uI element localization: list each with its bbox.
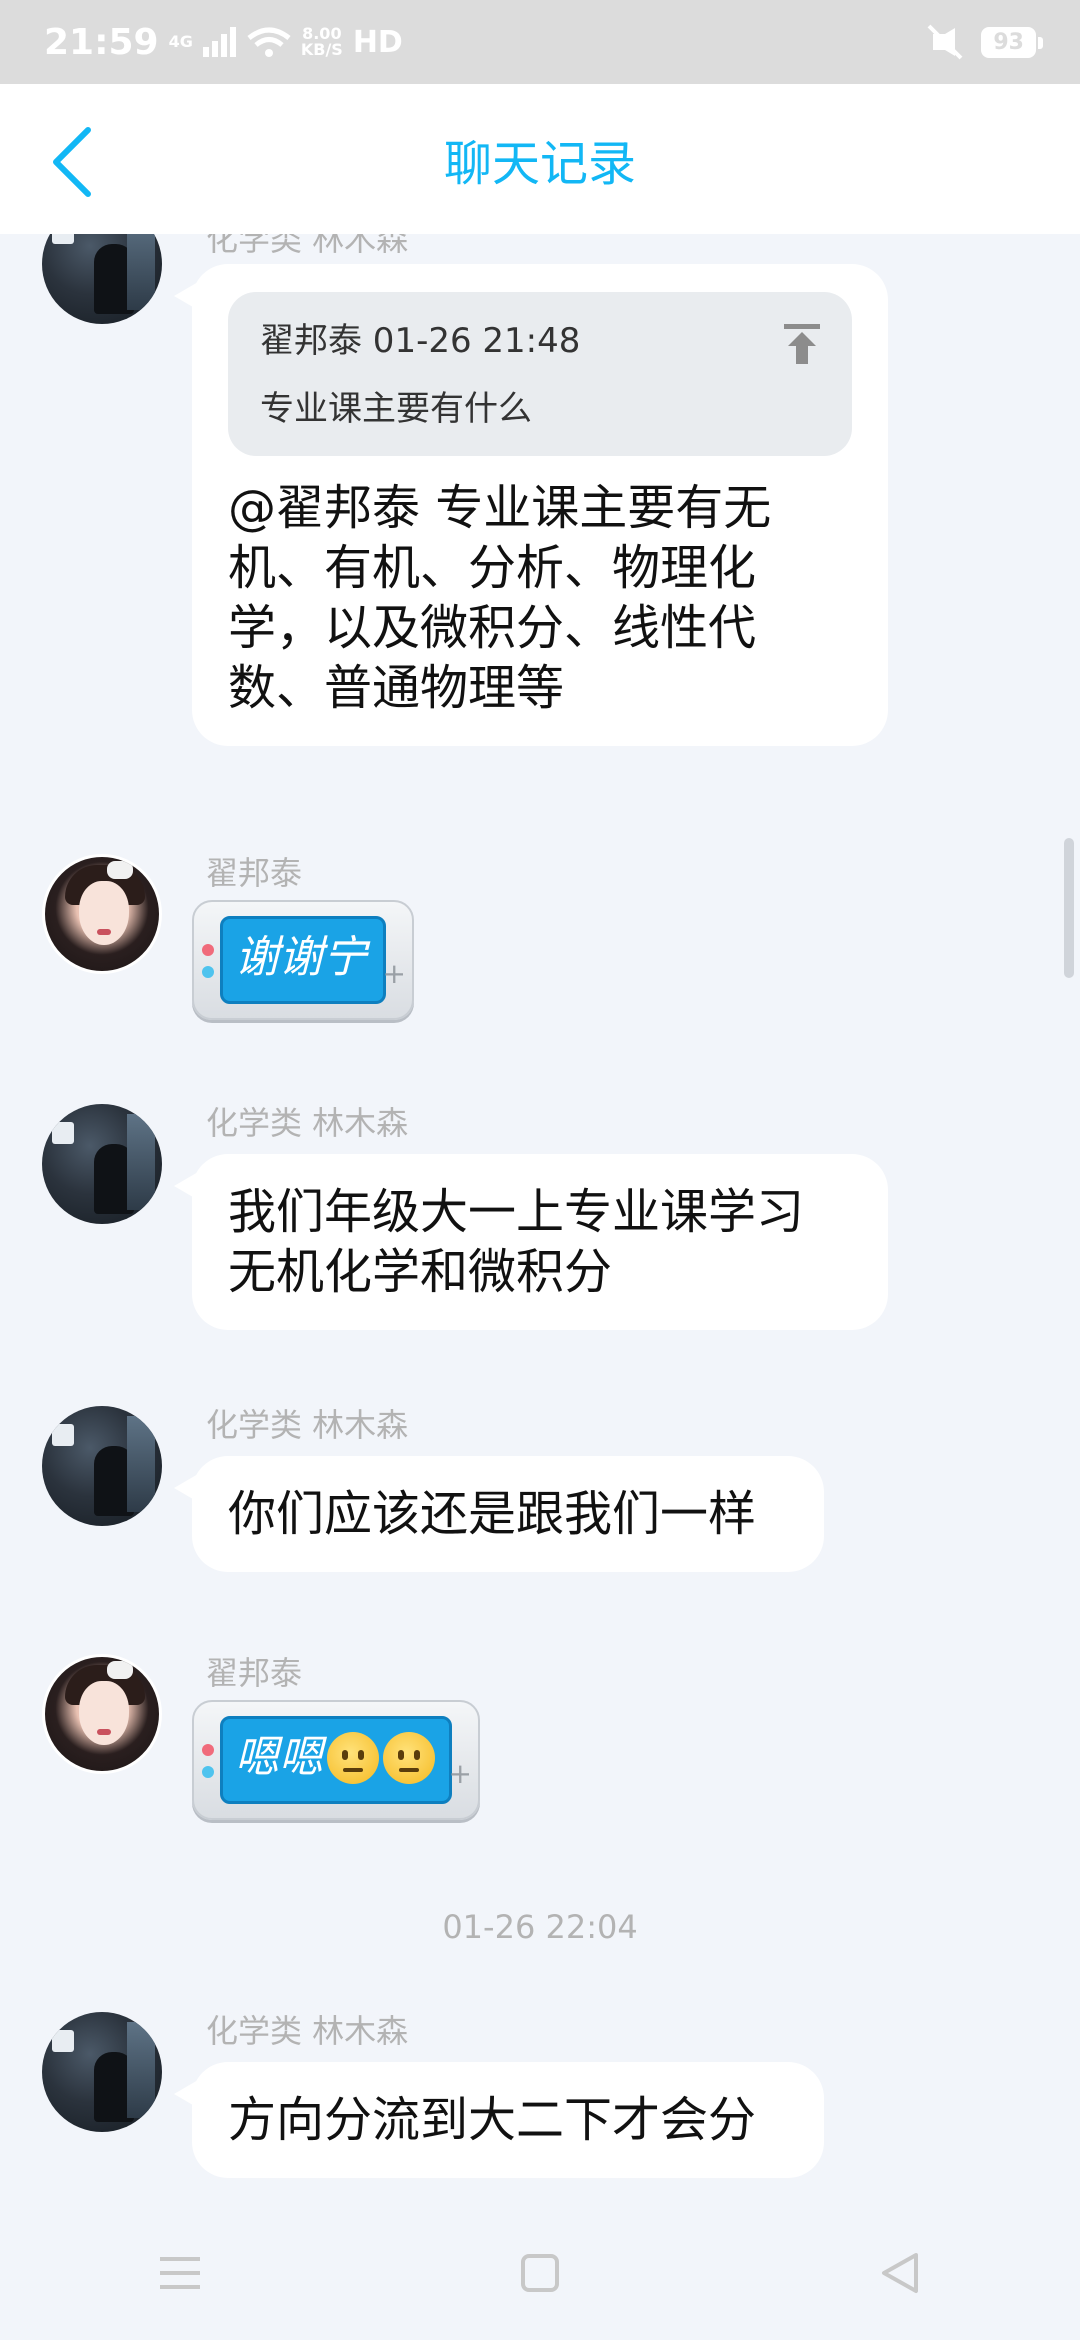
message-bubble[interactable]: 我们年级大一上专业课学习 无机化学和微积分 (174, 1154, 888, 1330)
message-line: 你们应该还是跟我们一样 (228, 1486, 757, 1542)
back-button[interactable] (44, 122, 104, 202)
network-label: 4G (168, 32, 193, 51)
sticker-text: 嗯嗯 (235, 1732, 323, 1783)
sender-name: 化学类 林木森 (206, 1104, 409, 1142)
sticker-text: 谢谢宁 (220, 916, 386, 1004)
wifi-icon (247, 27, 291, 57)
signal-icon (202, 27, 236, 57)
chat-history-header: 聊天记录 (0, 84, 1080, 234)
page-title: 聊天记录 (443, 136, 636, 192)
neutral-face-emoji (327, 1731, 379, 1784)
chevron-left-icon (53, 127, 91, 197)
quote-text: 专业课主要有什么 (260, 389, 532, 429)
system-navbar (0, 2206, 1080, 2340)
net-speed-unit: KB/S (300, 40, 343, 59)
sender-avatar[interactable] (42, 1406, 162, 1526)
back-triangle-icon (882, 2253, 918, 2293)
network-type: 4G (169, 34, 193, 50)
sender-avatar[interactable] (42, 1654, 162, 1774)
menu-button[interactable] (140, 2233, 220, 2313)
neutral-face-emoji (383, 1731, 435, 1784)
sender-name: 化学类 林木森 (206, 234, 409, 258)
home-square-icon (521, 2254, 559, 2292)
sticker-screen: 嗯嗯 (220, 1716, 452, 1804)
scrollbar[interactable] (1064, 838, 1074, 978)
plus-icon: + (382, 957, 406, 990)
back-nav-button[interactable] (860, 2233, 940, 2313)
message-text: @翟邦泰 专业课主要有无 机、有机、分析、物理化 学，以及微积分、线性代 数、普… (228, 478, 852, 718)
sender-name: 化学类 林木森 (206, 2012, 409, 2050)
time-divider: 01-26 22:04 (442, 1908, 638, 1946)
message-line: 无机化学和微积分 (228, 1244, 613, 1300)
plus-icon: + (448, 1757, 472, 1790)
sender-name: 翟邦泰 (206, 854, 303, 892)
status-right: 93 (925, 24, 1043, 60)
status-time: 21:59 (44, 21, 159, 63)
status-bar: 21:59 4G 8.00 KB/S HD 93 (0, 0, 1080, 84)
sender-avatar[interactable] (42, 854, 162, 974)
message-line: 数、普通物理等 (228, 660, 565, 716)
chat-history-list[interactable]: 化学类 林木森 翟邦泰 01-26 21:48 专业课主要有什么 @翟邦泰 专业… (0, 234, 1080, 2206)
message-line: @翟邦泰 专业课主要有无 (228, 480, 772, 536)
sender-avatar[interactable] (42, 1104, 162, 1224)
sender-name: 翟邦泰 (206, 1654, 303, 1692)
sticker-message[interactable]: 谢谢宁 + (192, 900, 414, 1020)
battery-indicator: 93 (981, 26, 1043, 58)
hd-label: HD (352, 24, 403, 60)
net-speed: 8.00 KB/S (301, 26, 343, 58)
sender-avatar[interactable] (42, 234, 162, 324)
sender-name: 化学类 林木森 (206, 1406, 409, 1444)
message-line: 学，以及微积分、线性代 (228, 600, 757, 656)
sender-avatar[interactable] (42, 2012, 162, 2132)
quoted-reply[interactable]: 翟邦泰 01-26 21:48 专业课主要有什么 (228, 292, 852, 456)
home-button[interactable] (500, 2233, 580, 2313)
message-bubble[interactable]: 翟邦泰 01-26 21:48 专业课主要有什么 @翟邦泰 专业课主要有无 机、… (174, 264, 888, 746)
quote-meta: 翟邦泰 01-26 21:48 (260, 321, 581, 361)
message-bubble[interactable]: 方向分流到大二下才会分 (174, 2062, 824, 2178)
vibrate-mute-icon (927, 24, 963, 60)
message-line: 我们年级大一上专业课学习 (228, 1184, 805, 1240)
jump-to-top-icon[interactable] (782, 322, 822, 366)
sticker-message[interactable]: 嗯嗯 + (192, 1700, 480, 1820)
message-line: 机、有机、分析、物理化 (228, 540, 757, 596)
message-line: 方向分流到大二下才会分 (228, 2092, 757, 2148)
status-left: 21:59 4G 8.00 KB/S HD (44, 22, 403, 63)
menu-icon (160, 2257, 200, 2289)
message-bubble[interactable]: 你们应该还是跟我们一样 (174, 1456, 824, 1572)
